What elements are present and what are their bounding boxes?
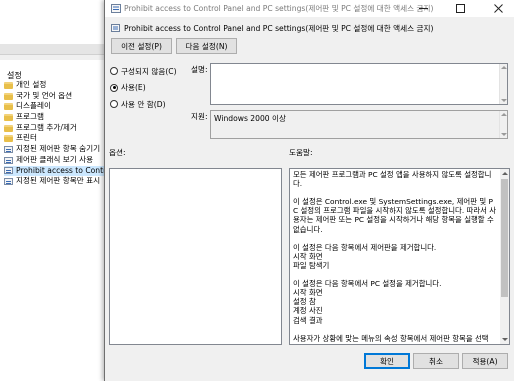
background-column-header <box>0 44 110 55</box>
radio-disabled-label: 사용 안 함(D) <box>121 99 166 109</box>
tree-item-label: 개인 설정 <box>16 80 47 89</box>
tree-item[interactable]: 프로그램 추가/제거 <box>4 123 114 134</box>
radio-enabled[interactable]: 사용(E) <box>110 83 177 93</box>
apply-button[interactable]: 적용(A) <box>462 353 508 369</box>
maximize-icon <box>455 4 465 13</box>
radio-disabled[interactable]: 사용 안 함(D) <box>110 99 177 109</box>
policy-tree: 개인 설정 국가 및 언어 옵션 디스플레이 프로그램 프로그램 추가/제거 프린터 지정된… <box>4 80 114 187</box>
help-paragraph: 이 설정은 다음 항목에서 제어판을 제거합니다. 시작 화면 파일 탐색기 <box>293 242 437 270</box>
help-paragraph: 이 설정은 다음 항목에서 PC 설정을 제거합니다. 시작 화면 설정 참 계… <box>293 279 442 325</box>
options-pane <box>109 168 282 345</box>
policy-icon <box>4 178 13 186</box>
tree-item-label: Prohibit access to Control P <box>16 165 114 175</box>
radio-not-configured-label: 구성되지 않음(C) <box>121 66 177 76</box>
policy-icon <box>111 4 121 13</box>
tree-item[interactable]: 지정된 제어판 항목만 표시 <box>4 176 114 187</box>
comment-scrollbar[interactable] <box>499 64 507 104</box>
next-setting-button[interactable]: 다음 설정(N) <box>176 38 237 54</box>
folder-icon <box>4 135 13 143</box>
folder-icon <box>4 124 13 132</box>
policy-title: Prohibit access to Control Panel and PC … <box>124 23 434 33</box>
radio-not-configured[interactable]: 구성되지 않음(C) <box>110 66 177 76</box>
tree-item[interactable]: 지정된 제어판 항목 숨기기 <box>4 144 114 155</box>
help-scrollbar[interactable] <box>500 169 509 344</box>
tree-item-label: 국가 및 언어 옵션 <box>16 90 73 100</box>
maximize-button[interactable] <box>447 0 473 17</box>
title-bar[interactable]: Prohibit access to Control Panel and PC … <box>105 0 514 17</box>
cancel-button[interactable]: 취소 <box>413 353 459 369</box>
supported-on-field: Windows 2000 이상 <box>210 110 508 139</box>
window-title: Prohibit access to Control Panel and PC … <box>124 4 434 13</box>
scroll-thumb[interactable] <box>501 179 508 297</box>
comment-label: 설명: <box>191 65 208 74</box>
background-divider <box>0 55 110 60</box>
tree-item[interactable]: 프린터 <box>4 133 114 144</box>
state-radio-group: 구성되지 않음(C) 사용(E) 사용 안 함(D) <box>110 66 177 116</box>
close-button[interactable] <box>485 0 511 17</box>
previous-setting-button[interactable]: 이전 설정(P) <box>111 38 172 54</box>
folder-icon <box>4 81 13 89</box>
tree-item-label: 프로그램 추가/제거 <box>16 122 77 132</box>
close-icon <box>493 4 503 13</box>
background-policy-editor: 설정 개인 설정 국가 및 언어 옵션 디스플레이 프로그램 프로그램 추가/제거 프린터… <box>0 0 114 381</box>
policy-setting-dialog: Prohibit access to Control Panel and PC … <box>104 0 514 381</box>
help-paragraph: 사용자가 상황에 맞는 메뉴의 속성 항목에서 제어판 항목을 선택 <box>293 333 489 343</box>
supported-on-label: 지원: <box>191 112 208 121</box>
minimize-button[interactable] <box>410 0 436 17</box>
tree-item[interactable]: 국가 및 언어 옵션 <box>4 91 114 102</box>
radio-enabled-label: 사용(E) <box>121 83 146 92</box>
policy-icon <box>4 156 13 164</box>
tree-item[interactable]: 제어판 클래식 보기 사용 <box>4 155 114 166</box>
minimize-icon <box>418 8 428 9</box>
policy-icon <box>111 24 120 32</box>
folder-icon <box>4 92 13 100</box>
tree-item-label: 프로그램 <box>16 112 44 122</box>
scroll-down-icon[interactable] <box>501 338 508 341</box>
tree-item[interactable]: 프로그램 <box>4 112 114 123</box>
tree-item[interactable]: 디스플레이 <box>4 101 114 112</box>
supported-on-value: Windows 2000 이상 <box>214 114 287 123</box>
tree-item[interactable]: Prohibit access to Control P <box>4 165 114 177</box>
background-toolbar <box>0 0 110 44</box>
supported-on-scrollbar[interactable] <box>499 111 507 138</box>
policy-icon <box>4 145 13 153</box>
tree-item-label: 프린터 <box>16 133 37 143</box>
help-text: 모든 제어판 프로그램과 PC 설정 앱을 사용하지 않도록 설정합니다. 이 설… <box>293 170 497 344</box>
help-label: 도움말: <box>289 148 313 157</box>
help-paragraph: 이 설정은 Control.exe 및 SystemSettings.exe, … <box>293 197 497 234</box>
policy-icon <box>4 167 13 175</box>
folder-icon <box>4 103 13 111</box>
tree-item-label: 지정된 제어판 항목 숨기기 <box>16 144 101 154</box>
tree-item-label: 디스플레이 <box>16 101 51 111</box>
comment-textarea[interactable] <box>210 63 508 105</box>
tree-item-label: 지정된 제어판 항목만 표시 <box>16 176 101 186</box>
help-pane[interactable]: 모든 제어판 프로그램과 PC 설정 앱을 사용하지 않도록 설정합니다. 이 설… <box>289 168 510 345</box>
radio-disabled-dot[interactable] <box>110 100 118 108</box>
radio-enabled-dot[interactable] <box>110 83 118 92</box>
folder-icon <box>4 113 13 121</box>
ok-button[interactable]: 확인 <box>364 353 410 369</box>
help-paragraph: 모든 제어판 프로그램과 PC 설정 앱을 사용하지 않도록 설정합니다. <box>293 170 492 189</box>
scroll-up-icon[interactable] <box>501 172 508 175</box>
policy-header: Prohibit access to Control Panel and PC … <box>111 22 507 34</box>
radio-not-configured-dot[interactable] <box>110 67 118 75</box>
tree-item-label: 제어판 클래식 보기 사용 <box>16 154 94 164</box>
options-label: 옵션: <box>109 148 126 157</box>
tree-item[interactable]: 개인 설정 <box>4 80 114 91</box>
